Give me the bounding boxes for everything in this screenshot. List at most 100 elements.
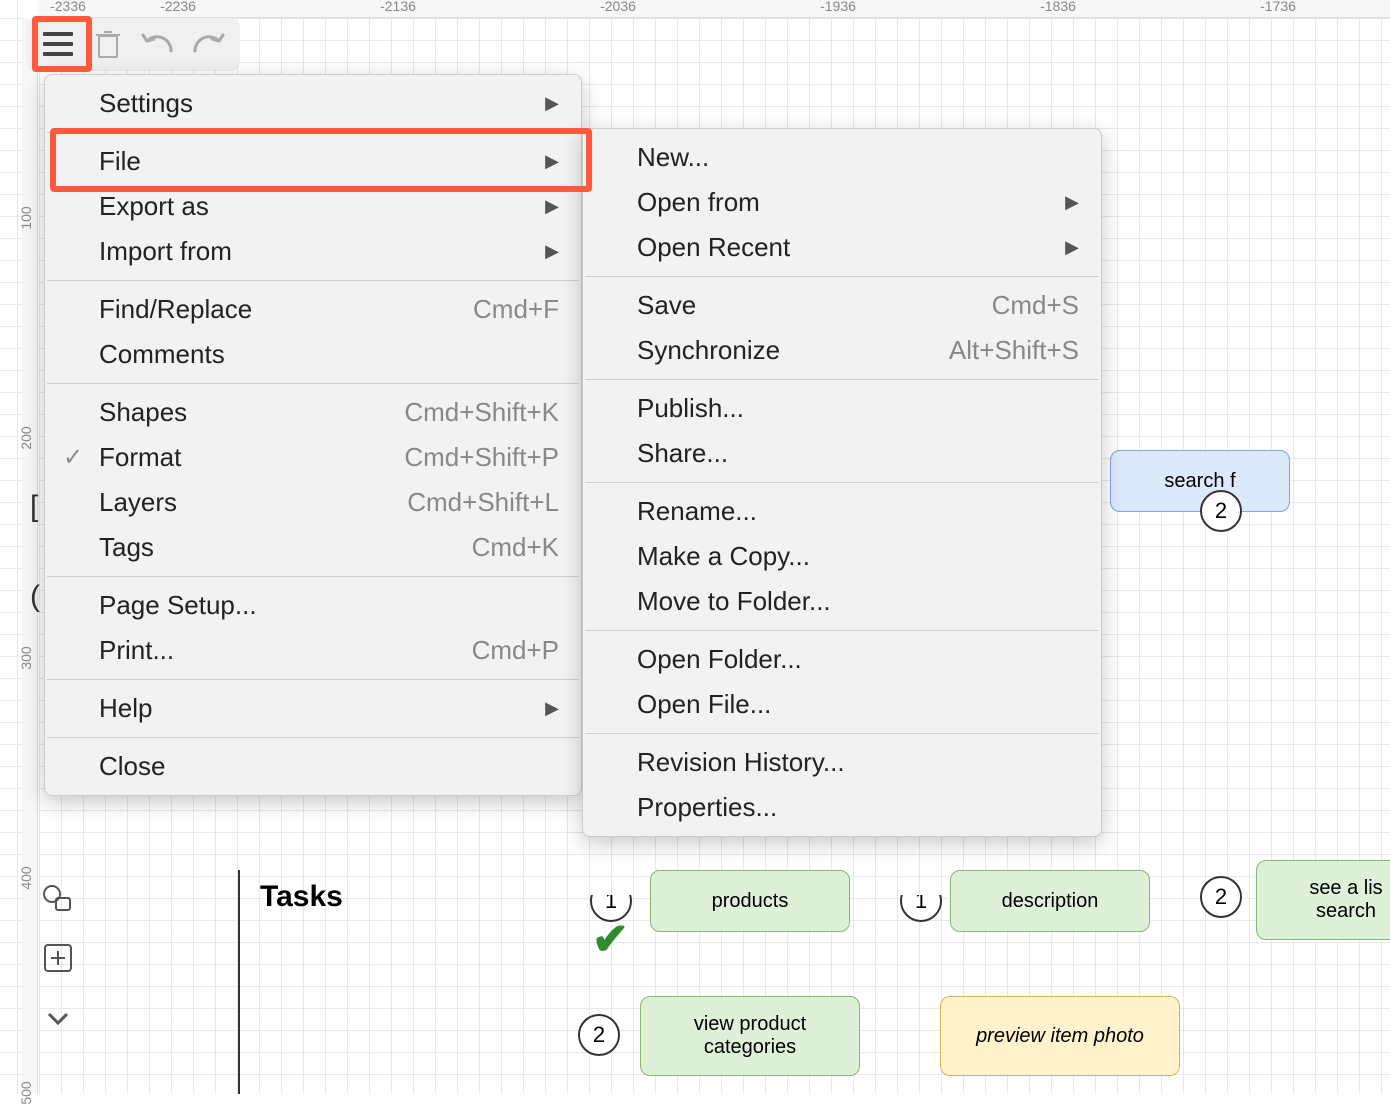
- file-new[interactable]: New...: [583, 135, 1101, 180]
- menu-label: Synchronize: [637, 335, 780, 366]
- menu-label: Import from: [99, 236, 232, 267]
- redo-button[interactable]: [188, 24, 228, 64]
- file-synchronize[interactable]: Synchronize Alt+Shift+S: [583, 328, 1101, 373]
- file-rename[interactable]: Rename...: [583, 489, 1101, 534]
- menu-separator: [47, 280, 579, 281]
- menu-label: New...: [637, 142, 709, 173]
- menu-shortcut: Alt+Shift+S: [949, 335, 1079, 366]
- add-tool[interactable]: [40, 940, 76, 976]
- file-publish[interactable]: Publish...: [583, 386, 1101, 431]
- menu-help[interactable]: Help ▶: [45, 686, 581, 731]
- menu-label: Properties...: [637, 792, 777, 823]
- menu-label: Print...: [99, 635, 174, 666]
- badge-2a: 2: [1200, 490, 1242, 532]
- node-label: view product categories: [694, 1013, 806, 1059]
- menu-label: Find/Replace: [99, 294, 252, 325]
- chevron-right-icon: ▶: [545, 241, 559, 262]
- menu-layers[interactable]: Layers Cmd+Shift+L: [45, 480, 581, 525]
- menu-shortcut: Cmd+S: [992, 290, 1079, 321]
- check-icon: ✓: [63, 443, 83, 472]
- menu-close[interactable]: Close: [45, 744, 581, 789]
- menu-separator: [585, 379, 1099, 380]
- menu-comments[interactable]: Comments: [45, 332, 581, 377]
- menu-settings[interactable]: Settings ▶: [45, 81, 581, 126]
- file-properties[interactable]: Properties...: [583, 785, 1101, 830]
- menu-label: Share...: [637, 438, 728, 469]
- menu-label: Format: [99, 442, 181, 473]
- menu-separator: [47, 679, 579, 680]
- node-label: see a lis search: [1309, 877, 1382, 923]
- file-open-from[interactable]: Open from ▶: [583, 180, 1101, 225]
- menu-label: Rename...: [637, 496, 757, 527]
- menu-print[interactable]: Print... Cmd+P: [45, 628, 581, 673]
- menu-separator: [47, 737, 579, 738]
- menu-separator: [585, 276, 1099, 277]
- file-save[interactable]: Save Cmd+S: [583, 283, 1101, 328]
- trash-icon: [95, 29, 121, 59]
- divider-line: [238, 870, 240, 1094]
- chevron-right-icon: ▶: [545, 196, 559, 217]
- menu-label: Close: [99, 751, 165, 782]
- menu-separator: [47, 383, 579, 384]
- menu-shapes[interactable]: Shapes Cmd+Shift+K: [45, 390, 581, 435]
- canvas-node-products[interactable]: products: [650, 870, 850, 932]
- menu-label: Move to Folder...: [637, 586, 831, 617]
- menu-label: Open from: [637, 187, 760, 218]
- checkmark-icon: ✔: [592, 914, 629, 965]
- node-label: description: [1002, 890, 1099, 913]
- ruler-horizontal: -2336 -2236 -2136 -2036 -1936 -1836 -173…: [38, 0, 1390, 18]
- menu-format[interactable]: ✓ Format Cmd+Shift+P: [45, 435, 581, 480]
- canvas-node-blue[interactable]: search f: [1110, 450, 1290, 512]
- menu-tags[interactable]: Tags Cmd+K: [45, 525, 581, 570]
- menu-shortcut: Cmd+F: [473, 294, 559, 325]
- canvas-node-viewcats[interactable]: view product categories: [640, 996, 860, 1076]
- tasks-heading: Tasks: [260, 880, 343, 914]
- menu-shortcut: Cmd+Shift+P: [404, 442, 559, 473]
- node-label: products: [712, 890, 789, 913]
- file-move-folder[interactable]: Move to Folder...: [583, 579, 1101, 624]
- chevron-right-icon: ▶: [545, 698, 559, 719]
- annotation-highlight-file: [50, 128, 592, 192]
- canvas-node-seelist[interactable]: see a lis search: [1256, 860, 1390, 940]
- delete-button[interactable]: [88, 24, 128, 64]
- file-make-copy[interactable]: Make a Copy...: [583, 534, 1101, 579]
- file-open-folder[interactable]: Open Folder...: [583, 637, 1101, 682]
- menu-shortcut: Cmd+Shift+K: [404, 397, 559, 428]
- menu-label: Tags: [99, 532, 154, 563]
- menu-page-setup[interactable]: Page Setup...: [45, 583, 581, 628]
- menu-label: Shapes: [99, 397, 187, 428]
- menu-label: Publish...: [637, 393, 744, 424]
- file-open-file[interactable]: Open File...: [583, 682, 1101, 727]
- canvas-node-description[interactable]: description: [950, 870, 1150, 932]
- undo-icon: [141, 33, 175, 55]
- menu-label: Open File...: [637, 689, 771, 720]
- menu-separator: [585, 482, 1099, 483]
- expand-tool[interactable]: [40, 1000, 76, 1036]
- menu-separator: [585, 733, 1099, 734]
- badge-2c: 2: [578, 1014, 620, 1056]
- chevron-right-icon: ▶: [1065, 237, 1079, 258]
- shape-tool[interactable]: [40, 880, 76, 916]
- menu-shortcut: Cmd+K: [472, 532, 559, 563]
- badge-2b: 2: [1200, 876, 1242, 918]
- chevron-right-icon: ▶: [1065, 192, 1079, 213]
- canvas-node-preview[interactable]: preview item photo: [940, 996, 1180, 1076]
- file-share[interactable]: Share...: [583, 431, 1101, 476]
- redo-icon: [191, 33, 225, 55]
- menu-import-from[interactable]: Import from ▶: [45, 229, 581, 274]
- ruler-vertical: 100 200 300 400 500: [22, 18, 38, 1094]
- shapes-icon: [42, 882, 74, 914]
- undo-button[interactable]: [138, 24, 178, 64]
- side-tool-palette: [40, 880, 76, 1036]
- menu-find-replace[interactable]: Find/Replace Cmd+F: [45, 287, 581, 332]
- menu-label: Make a Copy...: [637, 541, 810, 572]
- file-open-recent[interactable]: Open Recent ▶: [583, 225, 1101, 270]
- menu-separator: [585, 630, 1099, 631]
- menu-label: Open Recent: [637, 232, 790, 263]
- menu-separator: [47, 576, 579, 577]
- menu-label: Export as: [99, 191, 209, 222]
- file-revision-history[interactable]: Revision History...: [583, 740, 1101, 785]
- menu-label: Layers: [99, 487, 177, 518]
- annotation-highlight-menu: [32, 16, 92, 72]
- menu-label: Save: [637, 290, 696, 321]
